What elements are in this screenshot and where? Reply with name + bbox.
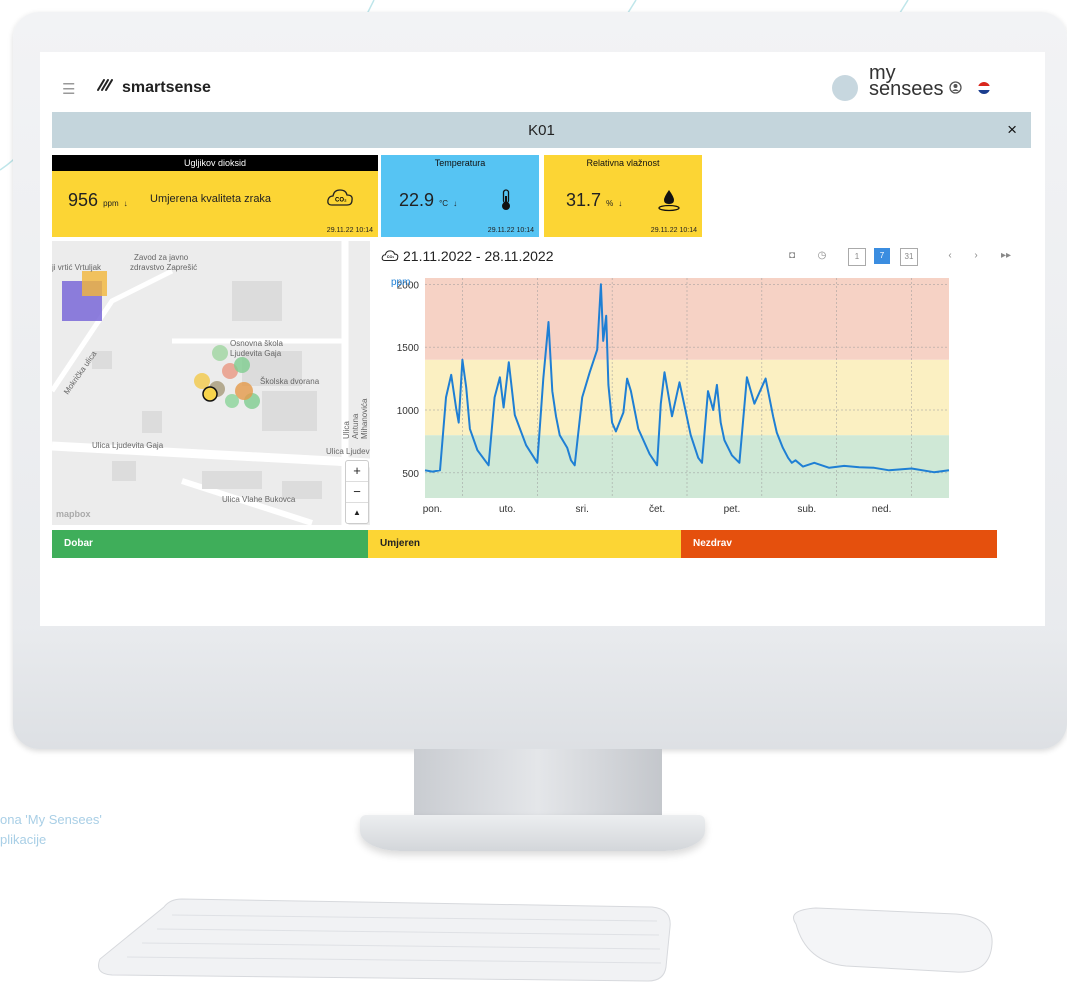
keyboard [98,898,671,982]
week-view-icon[interactable]: 7 [874,248,890,264]
hamburger-menu-icon[interactable]: ☰ [62,80,75,98]
card-header: Relativna vlažnost [544,155,702,171]
brand-name: my sensees [869,63,944,100]
close-icon[interactable]: × [1007,120,1017,140]
x-tick-label: ned. [872,504,891,515]
water-drop-icon [658,190,680,212]
zoom-out-button[interactable]: − [346,482,368,503]
map-label: Zavod za javno [134,253,189,262]
smartsense-logo-icon [97,79,113,91]
card-timestamp: 29.11.22 10:14 [326,227,373,234]
day-view-icon[interactable]: 1 [848,248,866,266]
legend-moderate: Umjeren [368,530,681,558]
legend-good: Dobar [52,530,368,558]
month-view-icon[interactable]: 31 [900,248,918,266]
x-tick-label: čet. [649,504,665,515]
sensor-map[interactable]: Zavod za javno zdravstvo Zaprešić ji vrt… [52,241,370,525]
brand-logo-icon [832,75,858,101]
caption: ona 'My Sensees' plikacije [0,810,102,850]
air-quality-description: Umjerena kvaliteta zraka [150,193,272,205]
clock-icon[interactable]: ◷ [814,248,830,264]
sensor-title: K01 [528,122,555,139]
app-header: ☰ smartsense my sensees [40,52,1045,110]
x-tick-label: sri. [576,504,589,515]
caption-line2: plikacije [0,832,47,847]
map-label: zdravstvo Zaprešić [130,263,198,272]
next-icon[interactable]: › [968,248,984,264]
camera-icon[interactable]: ◘ [784,248,800,264]
card-timestamp: 29.11.22 10:14 [487,227,534,234]
y-unit-label: ppm [391,277,410,288]
temperature-card[interactable]: Temperatura 22.9 °C ↓ 29.11.22 10:14 [381,155,539,237]
compass-button[interactable]: ▲ [346,503,368,523]
co2-card[interactable]: Ugljikov dioksid 956 ppm ↓ Umjerena kval… [52,155,378,237]
x-tick-label: pon. [423,504,442,515]
y-tick-label: 1000 [397,406,420,417]
x-tick-label: sub. [797,504,816,515]
monitor-stand-base [360,815,705,851]
sensor-title-bar: K01 × [52,112,1031,148]
card-header: Ugljikov dioksid [52,155,378,171]
x-tick-label: pet. [724,504,741,515]
map-label: Ulica Vlahe Bukovca [222,495,296,504]
map-label: Osnovna škola [230,339,283,348]
mouse [793,907,993,973]
thermometer-icon [502,189,510,210]
map-label: Ulica Ljudev [326,447,370,456]
fast-forward-icon[interactable]: ▸▸ [998,248,1014,264]
co2-cloud-icon: CO₂ [327,189,353,206]
monitor-chin [13,626,1067,749]
map-streets [52,241,370,525]
map-label: ji vrtić Vrtuljak [52,263,102,272]
y-tick-label: 500 [402,469,419,480]
legend-unhealthy: Nezdrav [681,530,997,558]
co2-cloud-icon: CO₂ [381,250,399,262]
co2-chart[interactable]: 500100015002000ppmpon. uto. sri. čet. pet. su… [373,270,1033,525]
map-label: Ljudevita Gaja [230,349,282,358]
zoom-in-button[interactable]: + [346,461,368,482]
mapbox-attribution[interactable]: mapbox [56,509,91,519]
language-flag-icon[interactable] [978,82,990,94]
caption-line1: ona 'My Sensees' [0,812,102,827]
map-label: Ulica Ljudevita Gaja [92,441,164,450]
map-label: Ulica Antuna Mihanovića [342,398,369,439]
svg-text:CO₂: CO₂ [387,255,395,259]
date-range: 21.11.2022 - 28.11.2022 [403,248,554,264]
map-zoom-controls: + − ▲ [345,460,369,524]
card-timestamp: 29.11.22 10:14 [650,227,697,234]
humidity-card[interactable]: Relativna vlažnost 31.7 % ↓ 29.11.22 10:… [544,155,702,237]
co2-value: 956 ppm ↓ [68,190,128,210]
logo-text: smartsense [122,79,211,96]
x-tick-label: uto. [499,504,516,515]
monitor-stand [414,749,662,821]
map-label: Školska dvorana [260,377,320,386]
svg-text:CO₂: CO₂ [335,198,347,204]
humidity-value: 31.7 % ↓ [566,190,623,210]
user-account-icon[interactable] [949,81,962,94]
temperature-value: 22.9 °C ↓ [399,190,458,210]
y-tick-label: 1500 [397,343,420,354]
app-screen: ☰ smartsense my sensees K01 × Ugljikov d… [40,52,1045,626]
card-header: Temperatura [381,155,539,171]
prev-icon[interactable]: ‹ [942,248,958,264]
brand-line2: sensees [869,78,944,100]
